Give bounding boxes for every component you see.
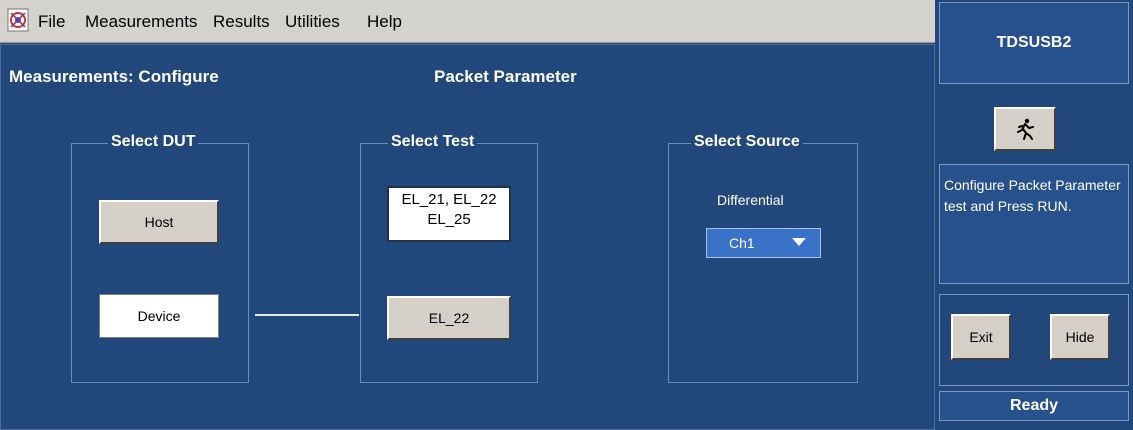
menu-file[interactable]: File — [38, 12, 65, 32]
status-indicator: Ready — [939, 391, 1129, 421]
hide-button[interactable]: Hide — [1050, 314, 1110, 360]
page-title: Measurements: Configure — [9, 67, 219, 86]
menu-help[interactable]: Help — [367, 12, 402, 32]
menu-bar: File Measurements Results Utilities Help — [0, 0, 935, 43]
select-source-title: Select Source — [691, 133, 803, 151]
side-panel: TDSUSB2 Configure Packet Parameter test … — [935, 0, 1133, 430]
app-logo-icon[interactable] — [7, 8, 29, 32]
test-list-line[interactable]: EL_25 — [389, 210, 509, 230]
test-list-line[interactable]: EL_21, EL_22 — [389, 190, 509, 210]
source-channel-value: Ch1 — [729, 235, 755, 251]
run-button[interactable] — [994, 107, 1056, 151]
select-test-group: Select Test EL_21, EL_22 EL_25 EL_22 — [360, 133, 538, 383]
device-button[interactable]: Device — [99, 294, 219, 338]
menu-results[interactable]: Results — [213, 12, 270, 32]
configure-panel: Measurements: Configure Packet Parameter… — [0, 44, 935, 430]
running-man-icon — [1017, 118, 1034, 140]
instruction-message: Configure Packet Parameter test and Pres… — [939, 164, 1129, 284]
menu-utilities[interactable]: Utilities — [285, 12, 340, 32]
select-dut-title: Select DUT — [108, 133, 199, 151]
el22-test-button[interactable]: EL_22 — [387, 296, 511, 340]
product-name: TDSUSB2 — [939, 2, 1129, 84]
source-type-label: Differential — [717, 192, 784, 208]
select-test-title: Select Test — [388, 133, 478, 151]
measurement-name: Packet Parameter — [434, 67, 577, 86]
menu-measurements[interactable]: Measurements — [85, 12, 197, 32]
tdsusb2-window: File Measurements Results Utilities Help… — [0, 0, 1133, 430]
exit-button[interactable]: Exit — [951, 314, 1011, 360]
host-button[interactable]: Host — [99, 200, 219, 244]
action-button-area: Exit Hide — [939, 294, 1129, 386]
select-source-group: Select Source Differential Ch1 — [668, 133, 858, 383]
chevron-down-icon — [792, 238, 806, 246]
selection-connector-line — [255, 314, 359, 316]
source-channel-dropdown[interactable]: Ch1 — [706, 228, 821, 258]
select-dut-group: Select DUT Host Device — [71, 133, 249, 383]
test-list-box[interactable]: EL_21, EL_22 EL_25 — [387, 186, 511, 242]
